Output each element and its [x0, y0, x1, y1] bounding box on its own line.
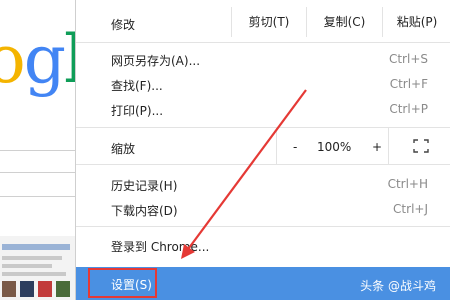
annotation-arrow — [181, 89, 307, 259]
arrow-shaft — [185, 89, 307, 253]
watermark: 头条 @战斗鸡 — [360, 279, 436, 293]
arrow-head — [181, 244, 195, 259]
